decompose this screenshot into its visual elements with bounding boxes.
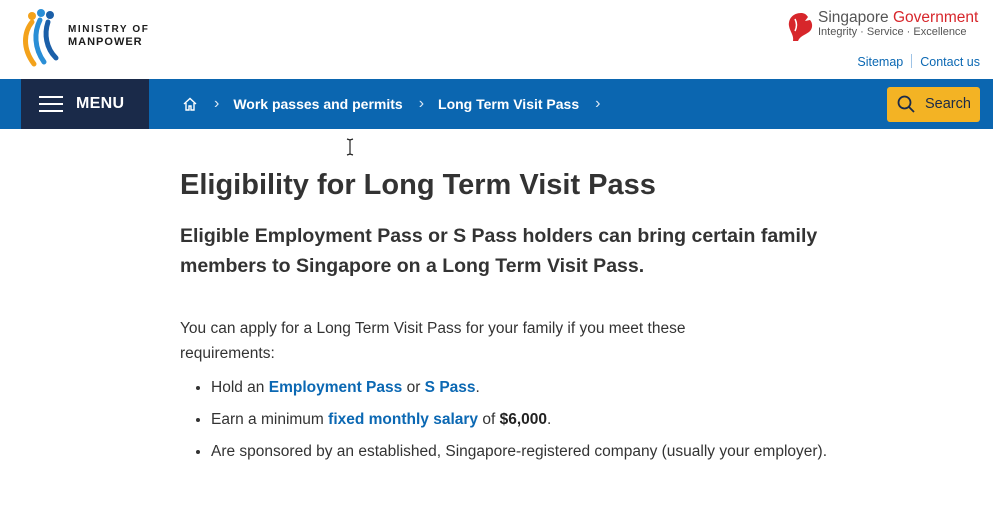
req1-text: or [402, 379, 425, 396]
req1-text: Hold an [211, 379, 269, 396]
req1-text: . [475, 379, 480, 396]
hamburger-icon [39, 96, 63, 112]
menu-button[interactable]: MENU [21, 79, 149, 129]
sitemap-link[interactable]: Sitemap [857, 55, 903, 69]
gov-suffix: Government [892, 9, 979, 26]
salary-amount: $6,000 [499, 411, 548, 428]
contact-us-link[interactable]: Contact us [920, 55, 980, 69]
site-header: MINISTRY OF MANPOWER Singapore Governmen… [0, 0, 993, 79]
req2-text: Earn a minimum [211, 411, 329, 428]
fixed-monthly-salary-link[interactable]: fixed monthly salary [328, 411, 478, 428]
main-nav-bar: MENU › Work passes and permits › Long Te… [0, 79, 993, 129]
breadcrumb: › Work passes and permits › Long Term Vi… [182, 79, 614, 129]
mom-logo-icon[interactable] [18, 8, 68, 70]
text-cursor-icon [345, 138, 355, 156]
chevron-right-icon: › [214, 95, 220, 112]
intro-paragraph: You can apply for a Long Term Visit Pass… [180, 320, 686, 362]
search-icon [897, 95, 915, 113]
home-icon[interactable] [182, 96, 198, 112]
breadcrumb-long-term-visit-pass[interactable]: Long Term Visit Pass [438, 96, 579, 112]
utility-links: Sitemap Contact us [857, 54, 980, 69]
gov-prefix: Singapore [818, 9, 889, 26]
employment-pass-link[interactable]: Employment Pass [269, 379, 403, 396]
search-button[interactable]: Search [887, 87, 980, 122]
s-pass-link[interactable]: S Pass [425, 379, 476, 396]
menu-label: MENU [76, 95, 125, 112]
ministry-line2: MANPOWER [68, 36, 143, 48]
breadcrumb-work-passes[interactable]: Work passes and permits [233, 96, 402, 112]
gov-tagline: Integrity · Service · Excellence [818, 26, 967, 38]
req2-text: . [547, 411, 552, 428]
list-item: Hold an Employment Pass or S Pass. [211, 376, 851, 400]
page-title: Eligibility for Long Term Visit Pass [180, 169, 656, 201]
search-label: Search [925, 96, 971, 112]
chevron-right-icon[interactable]: › [595, 95, 600, 113]
req2-text: of [478, 411, 500, 428]
lion-head-icon[interactable] [785, 11, 815, 43]
singapore-government-wordmark[interactable]: Singapore Government [818, 9, 978, 27]
lead-paragraph: Eligible Employment Pass or S Pass holde… [180, 225, 818, 277]
list-item: Are sponsored by an established, Singapo… [211, 440, 851, 464]
chevron-right-icon: › [418, 95, 425, 112]
ministry-line1: MINISTRY OF [68, 24, 150, 35]
requirements-list: Hold an Employment Pass or S Pass. Earn … [180, 376, 851, 472]
link-divider [911, 54, 913, 68]
list-item: Earn a minimum fixed monthly salary of $… [211, 408, 851, 432]
ministry-wordmark[interactable]: MINISTRY OF MANPOWER [68, 24, 150, 48]
